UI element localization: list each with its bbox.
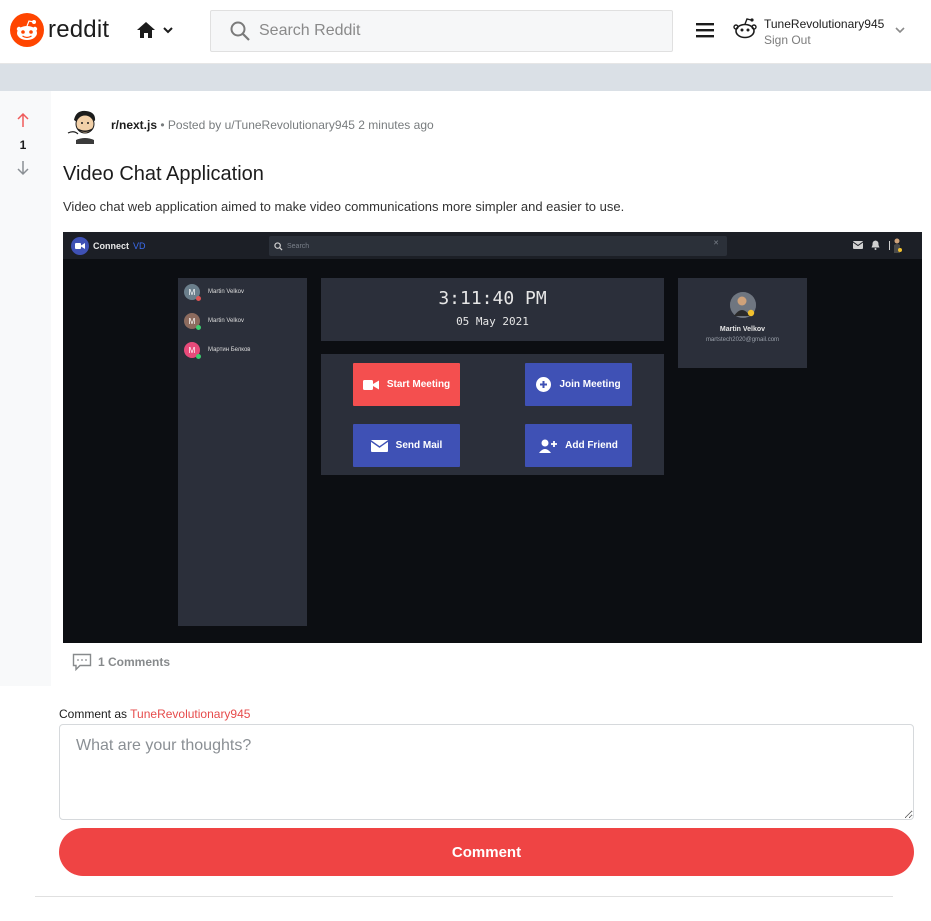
app-contact-item: M Мартин Белков: [184, 342, 251, 359]
app-brand-text: Connect: [93, 241, 129, 251]
home-dropdown[interactable]: [136, 20, 174, 40]
app-contact-avatar: M: [184, 342, 201, 359]
app-time: 3:11:40 PM: [438, 288, 547, 309]
app-date: 05 May 2021: [456, 315, 529, 328]
app-profile-email: martstech2020@gmail.com: [705, 337, 780, 343]
comments-link[interactable]: 1 Comments: [72, 653, 170, 671]
sign-out-link[interactable]: Sign Out: [764, 32, 884, 48]
app-actions-panel: Start Meeting Join Meeting Send Mail Add…: [321, 354, 664, 475]
subreddit-link[interactable]: r/next.js: [111, 118, 157, 132]
post-description: Video chat web application aimed to make…: [63, 199, 625, 214]
app-toolbar-icons: [853, 237, 902, 253]
app-profile-card: Martin Velkov martstech2020@gmail.com: [678, 278, 807, 368]
top-navbar: reddit TuneRevolutionary945 Sign Out: [0, 0, 931, 64]
menu-button[interactable]: [696, 22, 714, 43]
reddit-alien-icon: [10, 13, 44, 47]
app-contact-name: Martin Velkov: [208, 289, 245, 295]
app-search-placeholder: Search: [287, 242, 310, 250]
app-user-avatar-icon: [889, 238, 902, 253]
home-icon: [137, 22, 155, 38]
app-add-user-icon: [539, 439, 558, 453]
comment-as-label: Comment as TuneRevolutionary945: [59, 707, 251, 721]
app-contact-name: Мартин Белков: [208, 347, 251, 353]
user-name: TuneRevolutionary945: [764, 17, 885, 31]
video-camera-icon: [71, 237, 89, 255]
user-avatar-icon: [733, 18, 757, 39]
reddit-logo[interactable]: reddit: [10, 13, 109, 47]
downvote-arrow-icon[interactable]: [15, 160, 31, 176]
app-envelope-icon: [370, 439, 388, 452]
vote-score: 1: [19, 138, 27, 152]
post-title[interactable]: Video Chat Application: [63, 163, 264, 186]
app-bell-icon: [871, 240, 880, 250]
logo-text: reddit: [48, 16, 110, 43]
app-search-bar: Search ✕: [269, 236, 727, 256]
comment-username[interactable]: TuneRevolutionary945: [130, 707, 250, 721]
upvote-arrow-icon[interactable]: [15, 112, 31, 128]
author-link[interactable]: u/TuneRevolutionary945: [225, 118, 355, 132]
app-contact-avatar: M: [184, 313, 201, 330]
header-band: [0, 64, 931, 91]
vote-column: [0, 91, 51, 686]
subreddit-avatar-icon[interactable]: [64, 106, 104, 146]
app-contact-name: Martin Velkov: [208, 318, 245, 324]
app-contacts-panel: M Martin Velkov M Martin Velkov M Мартин…: [178, 278, 307, 626]
comment-textarea[interactable]: [59, 724, 914, 820]
app-brand: Connect VD: [71, 237, 146, 255]
post-time: 2 minutes ago: [358, 118, 434, 132]
posted-by-prefix: • Posted by: [160, 118, 222, 132]
app-start-meeting-button: Start Meeting: [353, 363, 460, 406]
post-meta: r/next.js • Posted by u/TuneRevolutionar…: [111, 118, 434, 132]
divider: [35, 896, 893, 897]
comment-bubble-icon: [72, 653, 92, 671]
app-profile-name: Martin Velkov: [719, 326, 766, 333]
app-mail-icon: [853, 241, 863, 249]
app-topbar: Connect VD Search ✕: [63, 232, 922, 259]
search-input[interactable]: [259, 22, 639, 40]
hamburger-menu-icon: [696, 23, 714, 38]
app-close-icon: ✕: [713, 240, 719, 247]
comment-submit-button[interactable]: Comment: [59, 828, 914, 876]
app-plus-circle-icon: [536, 377, 552, 392]
post-image[interactable]: Connect VD Search ✕ M Martin Velkov M Mar…: [63, 232, 922, 643]
search-bar[interactable]: [210, 10, 673, 52]
app-brand-suffix: VD: [133, 241, 146, 251]
app-contact-item: M Martin Velkov: [184, 284, 245, 301]
app-search-icon: [274, 241, 283, 251]
app-contact-avatar: M: [184, 284, 201, 301]
app-clock-panel: 3:11:40 PM 05 May 2021: [321, 278, 664, 341]
app-add-friend-button: Add Friend: [525, 424, 632, 467]
comments-count: 1 Comments: [98, 655, 171, 669]
search-icon: [230, 21, 250, 41]
app-contact-item: M Martin Velkov: [184, 313, 245, 330]
app-send-mail-button: Send Mail: [353, 424, 460, 467]
app-video-icon: [362, 379, 379, 390]
app-join-meeting-button: Join Meeting: [525, 363, 632, 406]
user-menu[interactable]: TuneRevolutionary945 Sign Out: [732, 16, 884, 48]
chevron-down-icon: [163, 27, 173, 34]
user-chevron-down-icon[interactable]: [894, 24, 906, 36]
app-profile-avatar: [729, 292, 756, 318]
